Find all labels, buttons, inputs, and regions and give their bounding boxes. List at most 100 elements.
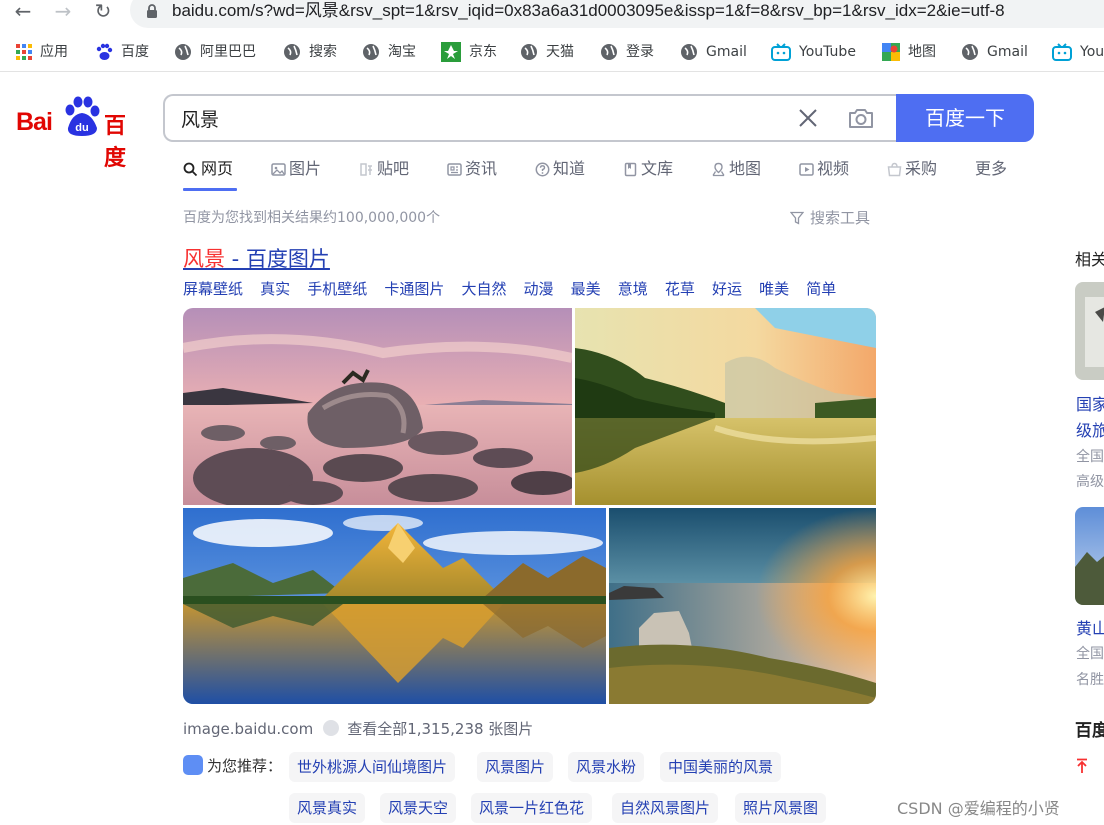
bookmark-label: 百度 (121, 44, 149, 60)
bookmark-youtube-2[interactable]: You (1052, 40, 1104, 64)
related-item-1-title-line1[interactable]: 国家 (1076, 391, 1104, 415)
bookmark-search[interactable]: 搜索 (283, 40, 337, 64)
search-box (163, 94, 901, 142)
related-item-2-title[interactable]: 黄山 (1076, 615, 1104, 639)
image-tag[interactable]: 卡通图片 (384, 278, 444, 299)
recommend-chip[interactable]: 风景天空 (380, 793, 457, 823)
image-tag[interactable]: 最美 (571, 278, 601, 299)
news-icon (447, 163, 462, 176)
bookmark-jd[interactable]: 京东 (441, 40, 497, 64)
image-tag[interactable]: 唯美 (759, 278, 789, 299)
image-tag[interactable]: 动漫 (524, 278, 554, 299)
recommend-chip[interactable]: 风景一片红色花 (471, 793, 593, 823)
tab-label: 知道 (553, 159, 586, 178)
close-icon[interactable] (797, 107, 819, 129)
tab-purchase[interactable]: 采购 (887, 156, 937, 184)
tab-images[interactable]: 图片 (271, 156, 321, 184)
landscape-image-rocks[interactable] (183, 308, 572, 505)
bookmark-youtube[interactable]: YouTube (771, 40, 856, 64)
globe-icon (175, 44, 191, 60)
bookmark-label: Gmail (987, 44, 1028, 60)
recommend-chip[interactable]: 风景水粉 (568, 752, 645, 782)
tab-web[interactable]: 网页 (183, 156, 233, 184)
recommend-chip[interactable]: 中国美丽的风景 (660, 752, 782, 782)
related-item-1-title-line2[interactable]: 级旅 (1076, 417, 1104, 441)
bookmark-gmail-2[interactable]: Gmail (961, 40, 1028, 64)
tab-map[interactable]: 地图 (711, 156, 761, 184)
view-all-images-link[interactable]: 查看全部1,315,238 张图片 (347, 720, 533, 738)
bookmark-maps[interactable]: 地图 (882, 40, 936, 64)
search-tools-button[interactable]: 搜索工具 (790, 207, 870, 228)
recommend-chip[interactable]: 世外桃源人间仙境图片 (289, 752, 456, 782)
document-icon (624, 162, 637, 177)
tab-label: 视频 (817, 159, 850, 178)
image-tag[interactable]: 真实 (260, 278, 290, 299)
tab-wenku[interactable]: 文库 (623, 156, 673, 184)
bookmark-label: 京东 (469, 44, 497, 60)
tab-video[interactable]: 视频 (799, 156, 849, 184)
bookmark-label: Gmail (706, 44, 747, 60)
related-item-2-sub2: 名胜 (1076, 672, 1104, 688)
recommend-chip[interactable]: 自然风景图片 (612, 793, 719, 823)
image-tag[interactable]: 大自然 (461, 278, 506, 299)
bookmark-taobao[interactable]: 淘宝 (362, 40, 416, 64)
search-button[interactable]: 百度一下 (896, 94, 1034, 142)
bookmark-baidu[interactable]: 百度 (95, 40, 149, 64)
image-tag[interactable]: 简单 (806, 278, 836, 299)
tab-label: 网页 (201, 159, 234, 178)
tab-tieba[interactable]: 贴吧 (359, 156, 409, 184)
map-pin-icon (712, 162, 725, 177)
reload-icon[interactable]: ↻ (90, 0, 116, 26)
bookmark-alibaba[interactable]: 阿里巴巴 (174, 40, 256, 64)
image-source-line: image.baidu.com 查看全部1,315,238 张图片 (183, 718, 533, 739)
image-tag[interactable]: 手机壁纸 (307, 278, 367, 299)
tab-more[interactable]: 更多 (975, 156, 1007, 184)
related-item-2-sub1: 全国 (1076, 646, 1104, 662)
related-thumbnail-2[interactable] (1075, 507, 1104, 605)
recommend-chip[interactable]: 风景图片 (477, 752, 554, 782)
baidu-logo[interactable]: Bai du 百度 (16, 96, 146, 171)
search-input[interactable] (181, 104, 741, 132)
bookmark-gmail[interactable]: Gmail (680, 40, 747, 64)
image-gallery (183, 308, 876, 704)
tab-news[interactable]: 资讯 (447, 156, 497, 184)
related-item-1-sub2: 高级 (1076, 474, 1104, 490)
image-tag[interactable]: 意境 (618, 278, 648, 299)
recommend-chip[interactable]: 风景真实 (289, 793, 366, 823)
landscape-image-forest-lake[interactable] (575, 308, 876, 505)
bookmark-apps[interactable]: 应用 (16, 40, 68, 64)
right-column-section-title: 百度 (1075, 721, 1104, 741)
verified-icon (323, 720, 340, 736)
recommend-section: 为您推荐： 世外桃源人间仙境图片 风景图片 风景水粉 中国美丽的风景 风景真实 … (183, 752, 883, 823)
tab-zhidao[interactable]: 知道 (535, 156, 585, 184)
jd-icon (441, 42, 461, 62)
image-tag[interactable]: 花草 (665, 278, 695, 299)
landscape-image-sea-sunset[interactable] (609, 508, 876, 704)
forward-icon[interactable]: → (50, 0, 76, 26)
globe-icon (284, 44, 300, 60)
basket-icon (887, 162, 902, 177)
bookmark-tmall[interactable]: 天猫 (520, 40, 574, 64)
image-source-domain[interactable]: image.baidu.com (183, 720, 313, 738)
camera-icon[interactable] (847, 106, 875, 130)
back-icon[interactable]: ← (10, 0, 36, 26)
bookmark-label: You (1080, 44, 1104, 60)
bookmark-label: 天猫 (546, 44, 574, 60)
image-tag[interactable]: 好运 (712, 278, 742, 299)
tieba-icon (360, 163, 372, 176)
tab-label: 地图 (729, 159, 762, 178)
bookmark-label: 搜索 (309, 44, 337, 60)
result-title-link[interactable]: 风景 - 百度图片 (183, 243, 330, 273)
right-column-heading: 相关 (1075, 250, 1104, 269)
tab-label: 图片 (289, 159, 322, 178)
image-tag[interactable]: 屏幕壁纸 (183, 278, 243, 299)
search-q-icon (183, 755, 203, 775)
landscape-image-mountains[interactable] (183, 508, 606, 704)
bookmarks-bar: 应用 百度 阿里巴巴 搜索 淘宝 京东 天猫 登录 Gmail YouTube … (0, 34, 1104, 72)
recommend-chip[interactable]: 照片风景图 (735, 793, 827, 823)
search-tabs: 网页 图片 贴吧 资讯 知道 文库 地图 视频 采购 更多 (183, 156, 1023, 192)
bookmark-login[interactable]: 登录 (600, 40, 654, 64)
bookmark-label: 淘宝 (388, 44, 416, 60)
related-thumbnail-1[interactable] (1075, 282, 1104, 380)
url-text[interactable]: baidu.com/s?wd=风景&rsv_spt=1&rsv_iqid=0x8… (172, 0, 1005, 22)
